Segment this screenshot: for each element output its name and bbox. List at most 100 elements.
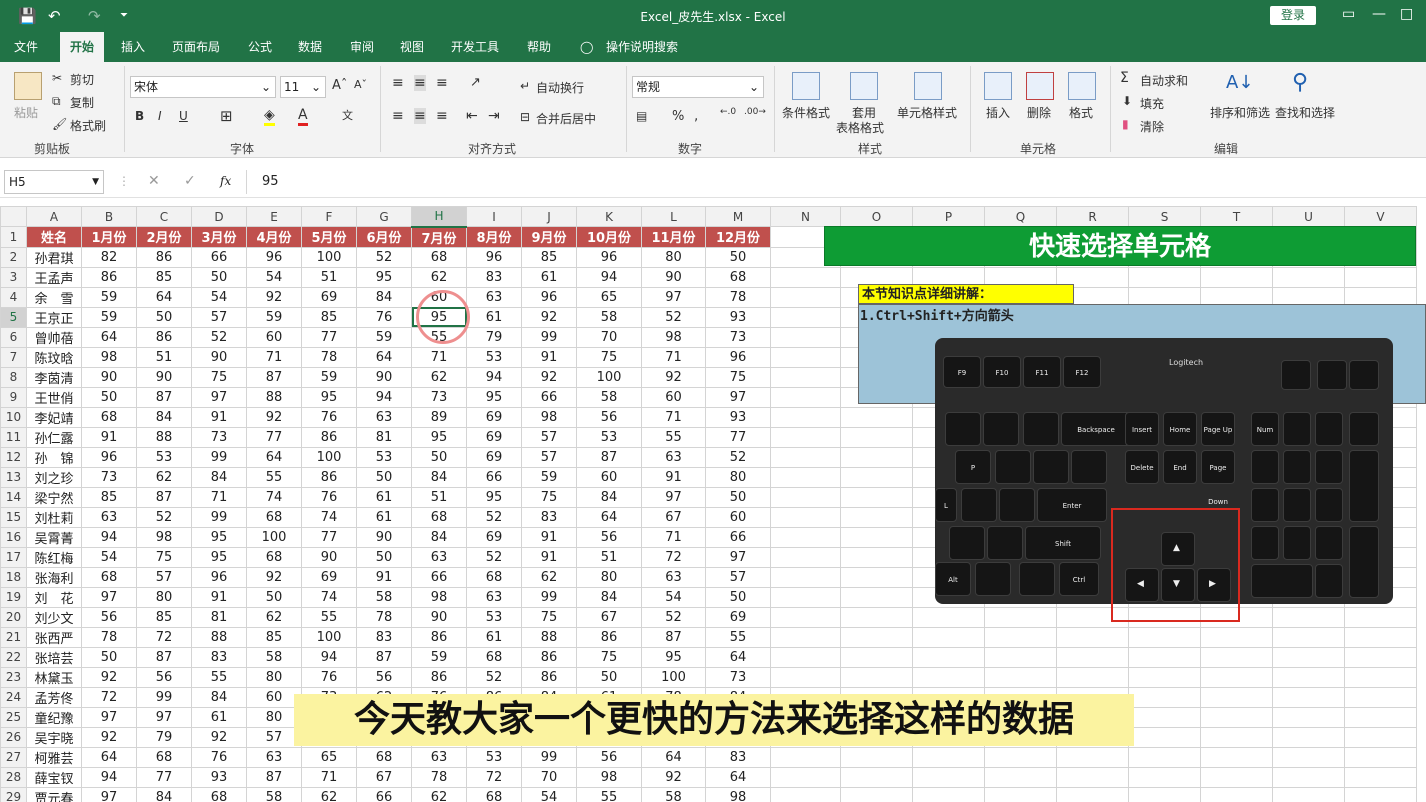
- italic-button[interactable]: I: [158, 109, 162, 123]
- table-cell[interactable]: 95: [356, 266, 412, 288]
- table-cell[interactable]: 96: [246, 246, 302, 268]
- sort-filter-icon[interactable]: A↓: [1226, 72, 1253, 93]
- table-cell[interactable]: 90: [411, 606, 467, 628]
- table-cell[interactable]: [770, 506, 841, 528]
- table-cell[interactable]: 53: [466, 346, 522, 368]
- table-cell[interactable]: [1056, 746, 1129, 768]
- grow-font-icon[interactable]: Aˆ: [332, 78, 347, 93]
- table-header-cell[interactable]: 10月份: [576, 226, 642, 248]
- table-cell[interactable]: 57: [136, 566, 192, 588]
- table-cell[interactable]: 63: [246, 746, 302, 768]
- table-cell[interactable]: 64: [81, 326, 137, 348]
- align-center-icon[interactable]: ≡: [414, 108, 426, 124]
- column-header-v[interactable]: V: [1344, 206, 1417, 227]
- table-cell[interactable]: 62: [136, 466, 192, 488]
- border-icon[interactable]: ⊞: [220, 107, 233, 125]
- table-cell[interactable]: 71: [641, 346, 706, 368]
- table-cell[interactable]: [1200, 266, 1273, 288]
- table-cell[interactable]: [984, 766, 1057, 788]
- table-cell[interactable]: 86: [576, 626, 642, 648]
- table-cell[interactable]: 95: [466, 386, 522, 408]
- table-cell[interactable]: [840, 566, 913, 588]
- table-cell[interactable]: 90: [191, 346, 247, 368]
- table-cell[interactable]: [770, 306, 841, 328]
- table-cell[interactable]: 91: [356, 566, 412, 588]
- table-cell[interactable]: 91: [641, 466, 706, 488]
- table-cell[interactable]: 64: [246, 446, 302, 468]
- table-cell[interactable]: 87: [641, 626, 706, 648]
- table-header-cell[interactable]: 4月份: [246, 226, 302, 248]
- table-header-cell[interactable]: 11月份: [641, 226, 706, 248]
- insert-cells-icon[interactable]: [984, 72, 1012, 100]
- table-cell[interactable]: 93: [705, 406, 771, 428]
- cut-button[interactable]: 剪切: [70, 71, 94, 88]
- table-cell[interactable]: 86: [301, 426, 357, 448]
- table-cell[interactable]: 79: [136, 726, 192, 748]
- table-cell[interactable]: 52: [356, 246, 412, 268]
- table-cell[interactable]: 曾帅蓓: [26, 326, 82, 348]
- cut-icon[interactable]: ✂: [52, 71, 62, 85]
- table-cell[interactable]: [1056, 786, 1129, 802]
- row-header[interactable]: 2: [0, 246, 27, 268]
- table-cell[interactable]: 76: [301, 666, 357, 688]
- table-cell[interactable]: [1272, 666, 1345, 688]
- shrink-font-icon[interactable]: Aˇ: [354, 78, 367, 91]
- table-cell[interactable]: 69: [301, 566, 357, 588]
- table-cell[interactable]: 84: [576, 486, 642, 508]
- table-cell[interactable]: 86: [411, 666, 467, 688]
- table-cell[interactable]: 53: [136, 446, 192, 468]
- table-cell[interactable]: 53: [466, 746, 522, 768]
- row-header[interactable]: 27: [0, 746, 27, 768]
- table-cell[interactable]: [984, 746, 1057, 768]
- table-cell[interactable]: [1200, 786, 1273, 802]
- table-cell[interactable]: 61: [466, 306, 522, 328]
- table-cell[interactable]: 55: [641, 426, 706, 448]
- table-cell[interactable]: 80: [705, 466, 771, 488]
- table-cell[interactable]: [984, 786, 1057, 802]
- table-cell[interactable]: 59: [301, 366, 357, 388]
- table-cell[interactable]: 68: [466, 566, 522, 588]
- table-header-cell[interactable]: 9月份: [521, 226, 577, 248]
- table-cell[interactable]: 76: [356, 306, 412, 328]
- table-cell[interactable]: 75: [576, 646, 642, 668]
- table-cell[interactable]: 100: [301, 246, 357, 268]
- table-cell[interactable]: 66: [705, 526, 771, 548]
- fill-color-icon[interactable]: ◈: [264, 107, 275, 126]
- login-button[interactable]: 登录: [1270, 6, 1316, 25]
- table-cell[interactable]: 69: [466, 446, 522, 468]
- table-cell[interactable]: 50: [136, 306, 192, 328]
- column-header-r[interactable]: R: [1056, 206, 1129, 227]
- table-cell[interactable]: 97: [81, 706, 137, 728]
- table-cell[interactable]: [1272, 706, 1345, 728]
- table-cell[interactable]: 64: [705, 766, 771, 788]
- table-cell[interactable]: [1272, 746, 1345, 768]
- table-cell[interactable]: 50: [576, 666, 642, 688]
- table-cell[interactable]: 75: [521, 486, 577, 508]
- select-all-corner[interactable]: [0, 206, 27, 227]
- table-cell[interactable]: 54: [81, 546, 137, 568]
- table-cell[interactable]: [1344, 686, 1417, 708]
- wrap-text-icon[interactable]: ↵: [520, 79, 530, 93]
- row-header[interactable]: 25: [0, 706, 27, 728]
- merge-center-button[interactable]: 合并后居中: [536, 110, 596, 127]
- column-header-s[interactable]: S: [1128, 206, 1201, 227]
- table-cell[interactable]: 61: [466, 626, 522, 648]
- table-cell[interactable]: 91: [521, 546, 577, 568]
- align-middle-icon[interactable]: ≡: [414, 75, 426, 91]
- table-cell[interactable]: 67: [576, 606, 642, 628]
- table-cell[interactable]: 78: [411, 766, 467, 788]
- table-cell[interactable]: 林黛玉: [26, 666, 82, 688]
- row-header[interactable]: 18: [0, 566, 27, 588]
- table-cell[interactable]: [1344, 766, 1417, 788]
- table-cell[interactable]: [1344, 626, 1417, 648]
- fill-button[interactable]: 填充: [1140, 95, 1164, 112]
- table-cell[interactable]: 84: [191, 686, 247, 708]
- table-cell[interactable]: 95: [191, 526, 247, 548]
- table-cell[interactable]: [1128, 746, 1201, 768]
- table-cell[interactable]: 76: [191, 746, 247, 768]
- table-cell[interactable]: [1200, 726, 1273, 748]
- table-cell[interactable]: 86: [521, 646, 577, 668]
- table-cell[interactable]: 93: [191, 766, 247, 788]
- table-cell[interactable]: 72: [136, 626, 192, 648]
- table-cell[interactable]: 83: [466, 266, 522, 288]
